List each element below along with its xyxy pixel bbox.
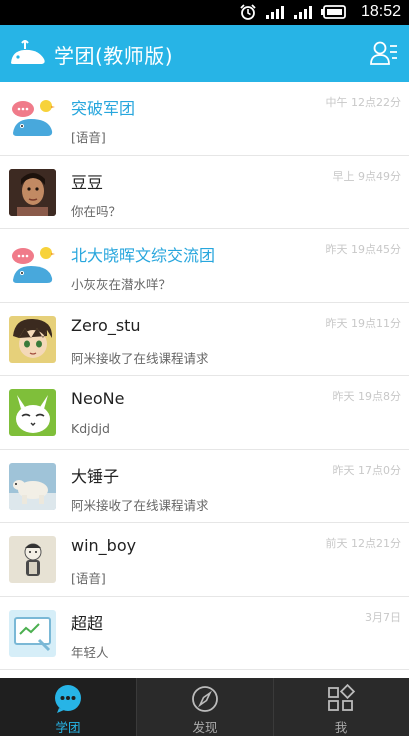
message-time: 早上 9点49分 bbox=[332, 169, 402, 183]
last-message: [语音] bbox=[71, 130, 106, 145]
bottom-tab-bar: 学团 发现 我 bbox=[0, 678, 409, 736]
alarm-icon bbox=[240, 4, 256, 20]
group-avatar-icon bbox=[9, 95, 56, 142]
message-time: 前天 12点21分 bbox=[325, 537, 402, 550]
tab-discover[interactable]: 发现 bbox=[136, 678, 274, 736]
blackboard-avatar-icon bbox=[9, 609, 56, 657]
message-time: 中午 12点22分 bbox=[325, 96, 402, 109]
message-time: 3月7日 bbox=[365, 610, 401, 624]
status-bar: 18:52 bbox=[0, 0, 409, 25]
contact-name: 豆豆 bbox=[71, 172, 104, 192]
last-message: Kdjdjd bbox=[71, 421, 110, 436]
battery-icon bbox=[321, 5, 346, 19]
contact-name: 突破军团 bbox=[71, 99, 136, 118]
app-header: 学团(教师版) bbox=[0, 25, 409, 82]
snow-figure-avatar-icon bbox=[9, 536, 56, 583]
last-message: 阿米接收了在线课程请求 bbox=[71, 497, 209, 513]
last-message: [语音] bbox=[71, 571, 106, 586]
conversation-list: 突破军团 [语音] 中午 12点22分 豆豆 你在吗？ 早上 9点49分 北大晓… bbox=[0, 82, 409, 678]
chat-bubble-icon bbox=[55, 685, 81, 713]
last-message: 小灰灰在潜水咩？ bbox=[71, 277, 172, 292]
conversation-row-2[interactable]: 豆豆 你在吗？ 早上 9点49分 bbox=[0, 156, 409, 229]
contact-name: 大锤子 bbox=[71, 466, 120, 486]
tab-xuetuan[interactable]: 学团 bbox=[0, 678, 136, 736]
signal-icon bbox=[294, 6, 312, 19]
contact-name: win_boy bbox=[71, 536, 137, 555]
grid-icon bbox=[328, 684, 356, 711]
contact-name: 北大晓晖文综交流团 bbox=[71, 246, 216, 265]
anime-boy-avatar-icon bbox=[9, 315, 56, 363]
contact-name: NeoNe bbox=[71, 389, 125, 408]
page-title: 学团(教师版) bbox=[54, 44, 174, 68]
last-message: 你在吗？ bbox=[71, 203, 122, 219]
conversation-row-3[interactable]: 北大晓晖文综交流团 小灰灰在潜水咩？ 昨天 19点45分 bbox=[0, 229, 409, 303]
tab-label: 发现 bbox=[192, 720, 218, 735]
message-time: 昨天 19点45分 bbox=[325, 243, 402, 256]
tab-label: 我 bbox=[334, 720, 348, 735]
compass-icon bbox=[192, 686, 218, 712]
rabbit-avatar-icon bbox=[9, 389, 56, 436]
contact-name: 超超 bbox=[71, 613, 104, 633]
status-time: 18:52 bbox=[360, 3, 401, 20]
conversation-row-6[interactable]: 大锤子 阿米接收了在线课程请求 昨天 17点0分 bbox=[0, 450, 409, 523]
whale-logo-icon[interactable] bbox=[8, 37, 48, 69]
tab-me[interactable]: 我 bbox=[273, 678, 409, 736]
girl-avatar-icon bbox=[9, 168, 56, 216]
tab-label: 学团 bbox=[55, 720, 81, 735]
contacts-icon[interactable] bbox=[369, 38, 399, 68]
message-time: 昨天 17点0分 bbox=[332, 463, 402, 477]
contact-name: Zero_stu bbox=[71, 315, 141, 335]
status-icons bbox=[239, 4, 347, 20]
polar-bear-avatar-icon bbox=[9, 462, 56, 510]
last-message: 阿米接收了在线课程请求 bbox=[71, 350, 209, 366]
conversation-row-4[interactable]: Zero_stu 阿米接收了在线课程请求 昨天 19点11分 bbox=[0, 303, 409, 376]
message-time: 昨天 19点8分 bbox=[332, 390, 402, 403]
conversation-row-1[interactable]: 突破军团 [语音] 中午 12点22分 bbox=[0, 82, 409, 156]
signal-icon bbox=[266, 6, 284, 19]
conversation-row-5[interactable]: NeoNe Kdjdjd 昨天 19点8分 bbox=[0, 376, 409, 450]
conversation-row-8[interactable]: 超超 年轻人 3月7日 bbox=[0, 597, 409, 670]
message-time: 昨天 19点11分 bbox=[325, 316, 402, 330]
group-avatar-icon bbox=[9, 242, 56, 289]
conversation-row-7[interactable]: win_boy [语音] 前天 12点21分 bbox=[0, 523, 409, 597]
last-message: 年轻人 bbox=[71, 644, 109, 660]
